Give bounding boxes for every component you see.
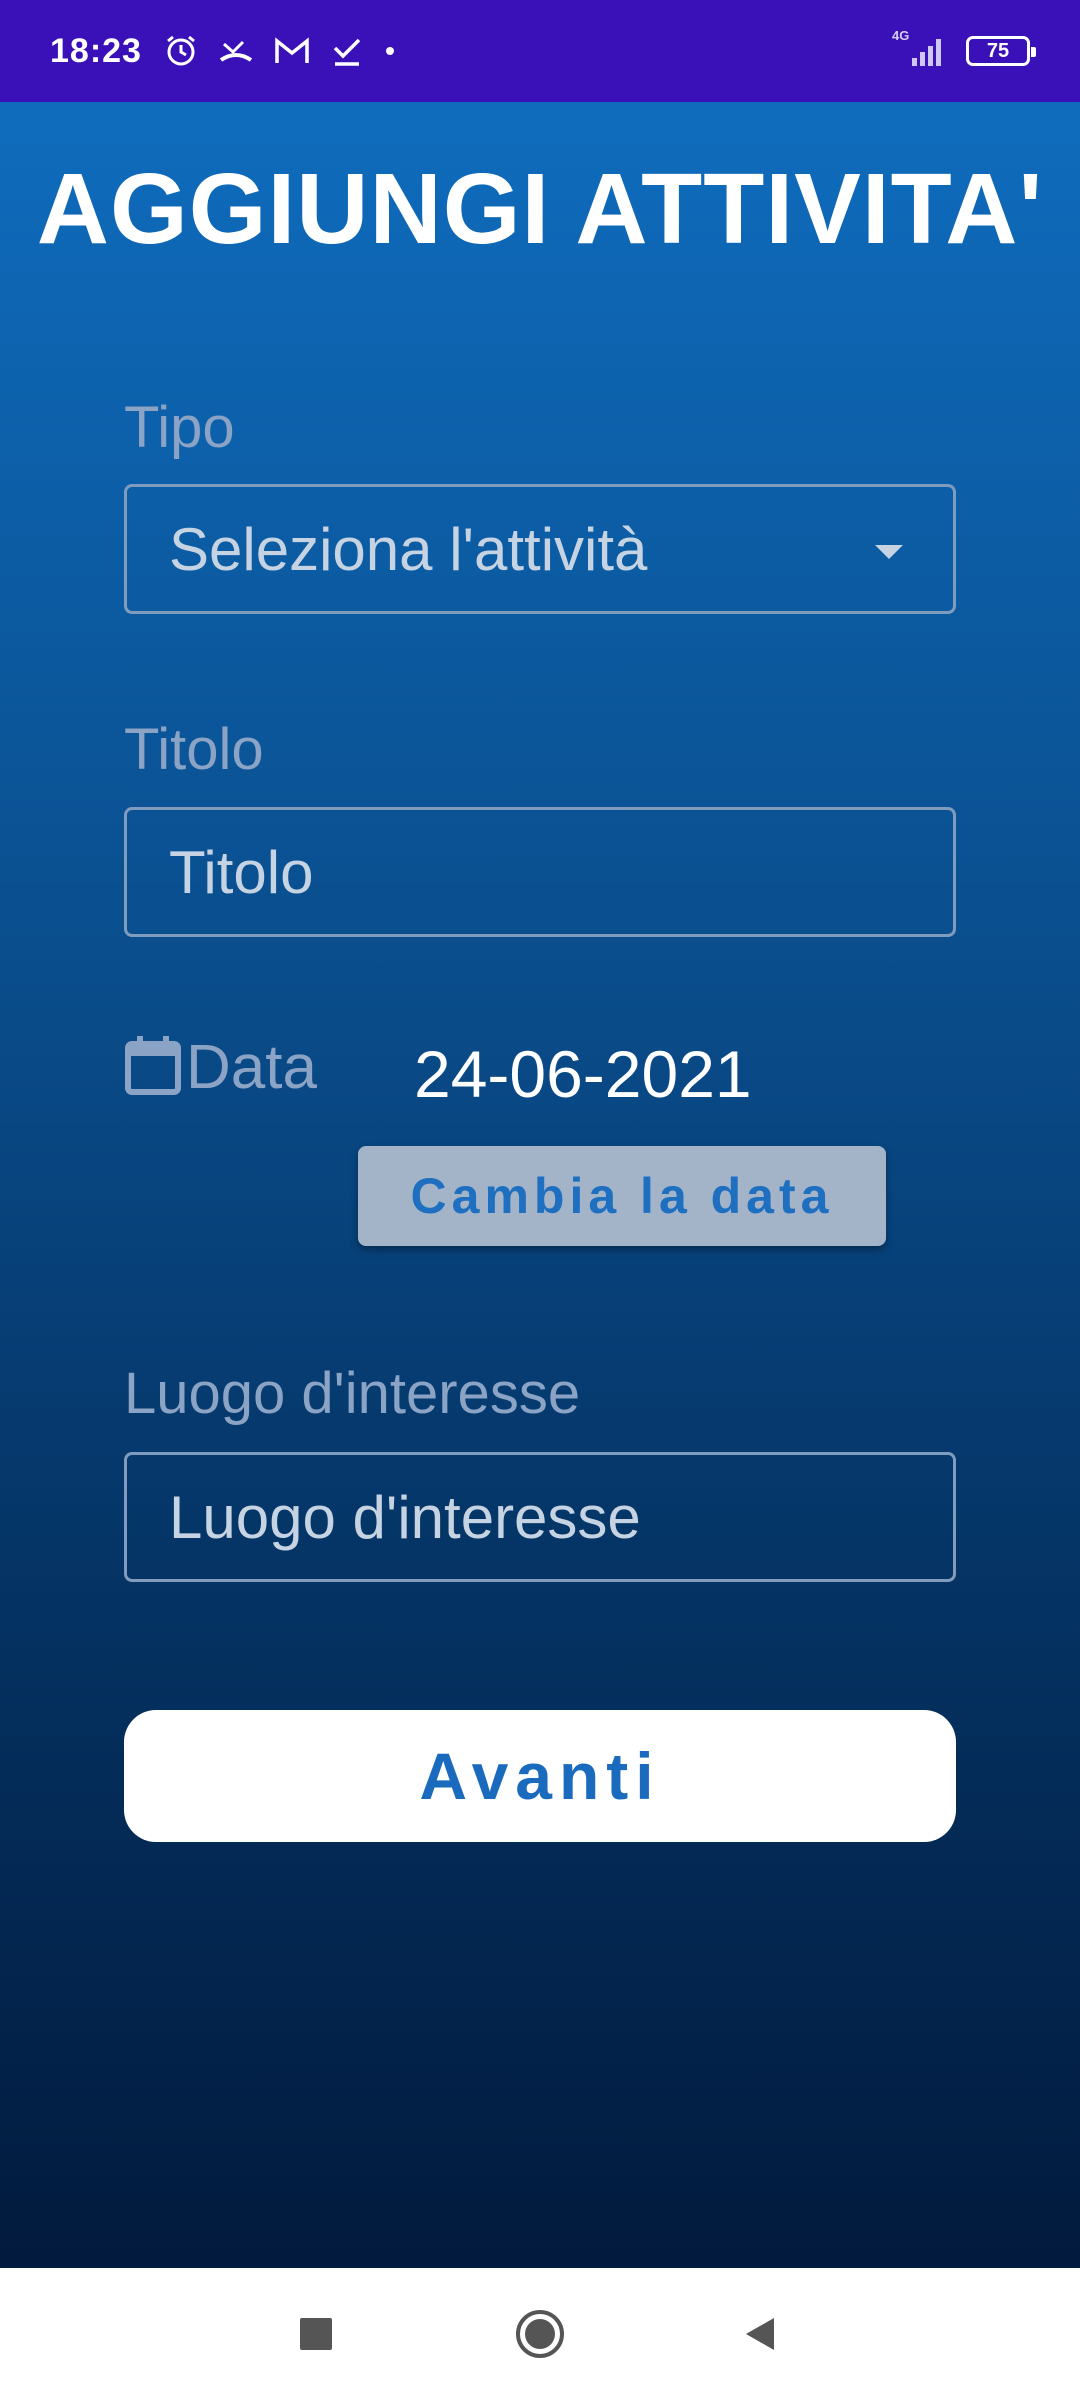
change-date-button[interactable]: Cambia la data [358,1146,886,1246]
date-value: 24-06-2021 [414,1037,752,1111]
screen: 18:23 4G 75 AGGIUNGI ATTIVITA' Tipo Sele… [0,0,1080,2400]
tipo-label: Tipo [124,395,235,460]
navigation-bar [0,2268,1080,2400]
battery-icon: 75 [966,36,1036,66]
battery-level: 75 [986,39,1010,62]
titolo-label: Titolo [124,717,264,782]
signal-icon: 4G [892,28,948,68]
home-circle-icon[interactable] [510,2304,570,2364]
recents-square-icon[interactable] [286,2304,346,2364]
dot-icon [384,45,396,57]
back-triangle-icon[interactable] [730,2304,790,2364]
status-time: 18:23 [50,31,142,70]
next-button[interactable]: Avanti [124,1710,956,1842]
status-bar: 18:23 4G 75 [0,0,1080,102]
data-label: Data [186,1033,317,1102]
dropdown-arrow-icon [875,545,903,559]
network-type: 4G [892,28,910,43]
notification-icons [164,34,396,68]
page-title: AGGIUNGI ATTIVITA' [36,153,1044,265]
date-row: Data 24-06-2021 [124,1032,752,1111]
luogo-placeholder: Luogo d'interesse [169,1483,641,1551]
titolo-input[interactable]: Titolo [124,807,956,937]
main-content: AGGIUNGI ATTIVITA' Tipo Seleziona l'atti… [0,102,1080,2268]
tipo-dropdown[interactable]: Seleziona l'attività [124,484,956,614]
task-check-icon [330,34,364,68]
status-right: 4G 75 [892,28,1036,68]
tipo-selected-value: Seleziona l'attività [169,515,648,583]
titolo-placeholder: Titolo [169,838,314,906]
alarm-icon [164,34,198,68]
luogo-label: Luogo d'interesse [124,1361,581,1426]
luogo-input[interactable]: Luogo d'interesse [124,1452,956,1582]
calendar-icon [124,1034,182,1101]
gmail-icon [274,36,310,66]
missed-call-icon [218,34,254,68]
